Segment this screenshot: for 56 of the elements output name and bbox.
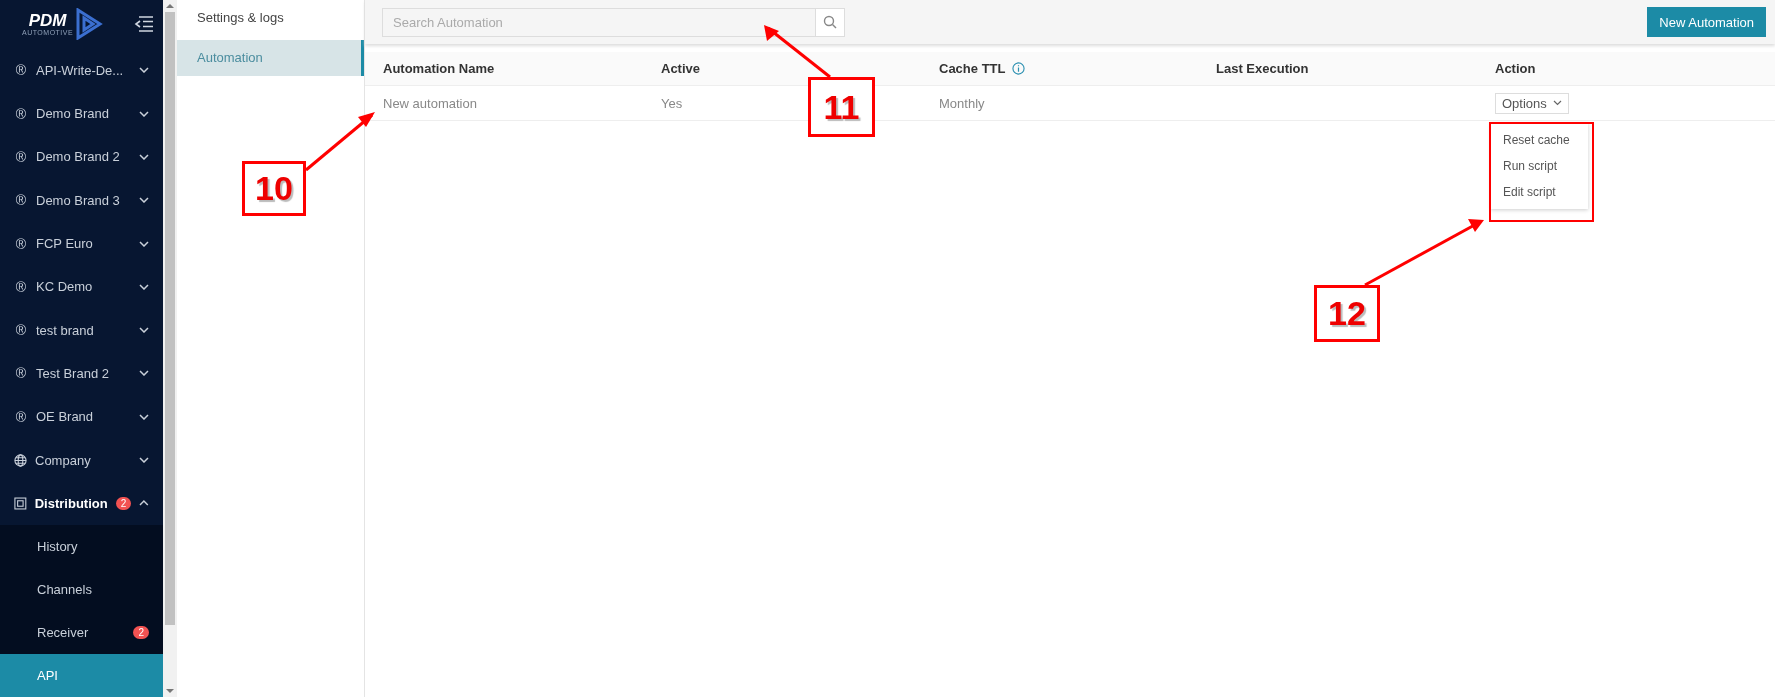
registered-icon: ®: [14, 62, 28, 79]
sidebar-item[interactable]: Distribution 2: [0, 481, 163, 525]
registered-icon: ®: [14, 148, 28, 165]
column-header: Automation Name: [382, 61, 496, 76]
count-badge: 2: [115, 496, 132, 510]
menu-collapse-icon[interactable]: [133, 16, 153, 33]
registered-icon: ®: [14, 235, 28, 252]
column-header: Active: [660, 61, 702, 76]
registered-icon: ®: [14, 365, 28, 382]
sidebar-item[interactable]: ® Demo Brand 2: [0, 135, 163, 179]
scroll-down-icon[interactable]: [166, 688, 174, 694]
registered-icon: ®: [14, 408, 28, 425]
sidebar-item[interactable]: ® OE Brand: [0, 395, 163, 439]
sidebar-item[interactable]: ® FCP Euro: [0, 221, 163, 266]
sidebar-item[interactable]: ® test brand: [0, 308, 163, 352]
info-icon[interactable]: [1012, 62, 1026, 75]
search-button[interactable]: [816, 7, 845, 37]
secondary-nav-item[interactable]: Settings & logs: [177, 4, 364, 40]
registered-icon: ®: [14, 105, 28, 122]
menu-item[interactable]: Run script: [1491, 152, 1588, 179]
scroll-up-icon[interactable]: [166, 3, 174, 9]
new-automation-button[interactable]: New Automation: [1647, 7, 1766, 37]
annotation-label: 11: [808, 77, 875, 137]
menu-item[interactable]: Edit script: [1491, 178, 1588, 205]
globe-icon: [14, 453, 27, 467]
registered-icon: ®: [14, 322, 28, 339]
sidebar-item[interactable]: ® KC Demo: [0, 265, 163, 309]
menu-item[interactable]: Reset cache: [1491, 126, 1588, 153]
annotation-arrow: [305, 112, 375, 172]
scrollbar[interactable]: [163, 0, 177, 697]
sidebar-item[interactable]: Company: [0, 438, 163, 482]
annotation-label: 12: [1314, 285, 1380, 342]
annotation-label: 10: [242, 161, 306, 216]
registered-icon: ®: [14, 192, 28, 209]
table-cell: New automation: [383, 95, 477, 111]
registered-icon: ®: [14, 278, 28, 295]
sidebar-subitem[interactable]: History: [0, 525, 163, 568]
search-field[interactable]: Search Automation: [382, 7, 816, 37]
box-icon: [14, 496, 27, 510]
sidebar-subitem[interactable]: Channels: [0, 568, 163, 611]
sidebar-item[interactable]: ® API-Write-De...: [0, 48, 163, 93]
annotation-arrow: [764, 25, 831, 79]
column-header: Action: [1494, 61, 1536, 76]
count-badge: 2: [133, 626, 149, 639]
table-cell: Yes: [661, 95, 683, 111]
table-cell: Monthly: [939, 95, 985, 111]
search-icon: [823, 15, 837, 29]
column-header: Cache TTL: [921, 61, 1198, 76]
sidebar-subitem[interactable]: Receiver 2: [0, 611, 163, 654]
sidebar-item[interactable]: ® Test Brand 2: [0, 351, 163, 396]
sidebar-subitem[interactable]: API: [0, 654, 163, 697]
column-header: Last Execution: [1215, 61, 1310, 76]
sidebar-item[interactable]: ® Demo Brand: [0, 92, 163, 136]
options-dropdown-button[interactable]: Options: [1495, 92, 1569, 114]
caret-icon: [1552, 100, 1562, 106]
sidebar-item[interactable]: ® Demo Brand 3: [0, 178, 163, 222]
